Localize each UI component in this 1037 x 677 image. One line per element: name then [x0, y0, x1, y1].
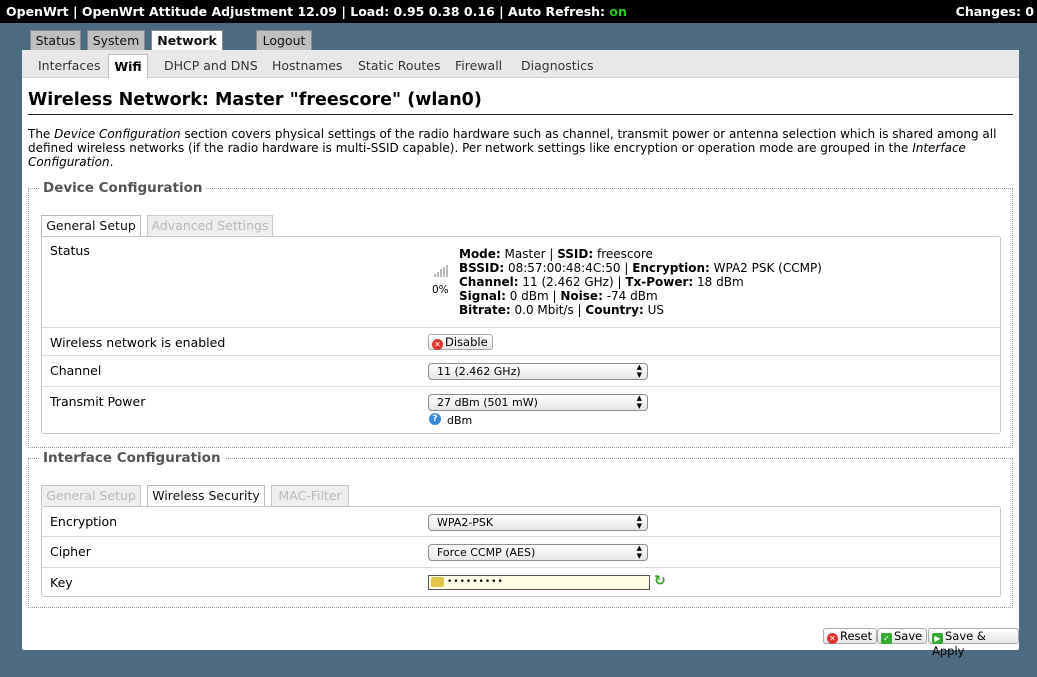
tab-advanced-settings[interactable]: Advanced Settings — [147, 215, 273, 236]
page-description: The Device Configuration section covers … — [28, 127, 1003, 169]
reset-icon: ✕ — [827, 633, 838, 644]
select-arrows-icon: ▲ ▼ — [636, 363, 642, 379]
save-icon: ✓ — [881, 633, 892, 644]
cipher-select[interactable]: Force CCMP (AES) ▲ ▼ — [428, 544, 648, 561]
txpower-row: Transmit Power 27 dBm (501 mW) ▲ ▼ ? dBm — [42, 387, 1000, 435]
section-legend: Interface Configuration — [43, 450, 221, 466]
tab-mac-filter[interactable]: MAC-Filter — [271, 485, 349, 506]
subtab-dhcp-dns[interactable]: DHCP and DNS — [164, 54, 258, 78]
device-configuration-section: Device Configuration General Setup Advan… — [28, 180, 1013, 448]
key-row: Key ••••••••• ↻ — [42, 568, 1000, 598]
subtab-wifi[interactable]: Wifi — [108, 54, 148, 78]
section-legend: Device Configuration — [43, 180, 203, 196]
subtab-interfaces[interactable]: Interfaces — [38, 54, 100, 78]
subtab-diagnostics[interactable]: Diagnostics — [521, 54, 594, 78]
key-input[interactable]: ••••••••• — [428, 575, 650, 590]
txpower-unit: dBm — [447, 414, 473, 427]
encryption-value: WPA2-PSK — [437, 516, 494, 529]
txpower-label: Transmit Power — [50, 394, 146, 409]
reveal-password-icon[interactable]: ↻ — [654, 573, 666, 589]
channel-select[interactable]: 11 (2.462 GHz) ▲ ▼ — [428, 363, 648, 380]
tab-network[interactable]: Network — [151, 30, 223, 52]
signal-percent: 0% — [432, 284, 449, 296]
encryption-row: Encryption WPA2-PSK ▲ ▼ — [42, 507, 1000, 537]
interface-panel: Encryption WPA2-PSK ▲ ▼ Cipher Force CCMP … — [41, 506, 1001, 597]
cipher-row: Cipher Force CCMP (AES) ▲ ▼ — [42, 537, 1000, 568]
tab-general-setup[interactable]: General Setup — [41, 485, 141, 506]
status-bar-text: OpenWrt | OpenWrt Attitude Adjustment 12… — [6, 4, 610, 19]
enabled-label: Wireless network is enabled — [50, 335, 226, 350]
device-panel: Status 0% Mode: Master | SSID: freescore… — [41, 236, 1001, 434]
status-bar: OpenWrt | OpenWrt Attitude Adjustment 12… — [0, 0, 1037, 23]
subtab-static-routes[interactable]: Static Routes — [358, 54, 441, 78]
disable-icon: ✕ — [432, 339, 443, 350]
page-title: Wireless Network: Master "freescore" (wl… — [28, 90, 1013, 115]
signal-icon — [434, 265, 450, 277]
txpower-value: 27 dBm (501 mW) — [437, 396, 538, 409]
desc-emphasis: Device Configuration — [54, 127, 181, 141]
subtab-firewall[interactable]: Firewall — [455, 54, 502, 78]
status-details: Mode: Master | SSID: freescore BSSID: 08… — [459, 247, 822, 317]
enabled-row: Wireless network is enabled ✕ Disable — [42, 328, 1000, 356]
save-apply-icon: ▶ — [932, 633, 943, 644]
tab-general-setup[interactable]: General Setup — [41, 215, 141, 237]
channel-row: Channel 11 (2.462 GHz) ▲ ▼ — [42, 356, 1000, 387]
disable-button[interactable]: ✕ Disable — [428, 334, 493, 350]
encryption-label: Encryption — [50, 514, 118, 529]
reset-label: Reset — [840, 629, 873, 643]
auto-refresh-toggle[interactable]: on — [609, 4, 627, 19]
key-masked-value: ••••••••• — [447, 577, 504, 587]
desc-text: The — [28, 127, 55, 141]
txpower-select[interactable]: 27 dBm (501 mW) ▲ ▼ — [428, 394, 648, 411]
save-apply-button[interactable]: ▶ Save & Apply — [928, 628, 1019, 658]
channel-value: 11 (2.462 GHz) — [437, 365, 521, 378]
interface-configuration-section: Interface Configuration General Setup Wi… — [28, 450, 1013, 608]
content-area: Interfaces Wifi DHCP and DNS Hostnames S… — [22, 50, 1019, 658]
tab-wireless-security[interactable]: Wireless Security — [147, 485, 265, 507]
help-icon[interactable]: ? — [429, 413, 441, 425]
select-arrows-icon: ▲ ▼ — [636, 544, 642, 560]
desc-text: . — [109, 155, 114, 169]
tab-logout[interactable]: Logout — [256, 30, 312, 51]
encryption-select[interactable]: WPA2-PSK ▲ ▼ — [428, 514, 648, 531]
disable-button-label: Disable — [445, 335, 488, 349]
tab-status[interactable]: Status — [30, 30, 81, 51]
tab-system[interactable]: System — [87, 30, 145, 51]
reset-button[interactable]: ✕ Reset — [823, 628, 878, 644]
cipher-label: Cipher — [50, 544, 91, 559]
cipher-value: Force CCMP (AES) — [437, 546, 536, 559]
select-arrows-icon: ▲ ▼ — [636, 514, 642, 530]
save-label: Save — [894, 629, 923, 643]
status-row: Status 0% Mode: Master | SSID: freescore… — [42, 237, 1000, 328]
changes-counter[interactable]: Changes: 0 — [956, 0, 1034, 23]
key-label: Key — [50, 575, 73, 590]
sub-menu: Interfaces Wifi DHCP and DNS Hostnames S… — [22, 50, 1019, 78]
key-icon — [431, 577, 444, 587]
select-arrows-icon: ▲ ▼ — [636, 394, 642, 410]
status-label: Status — [50, 243, 90, 258]
subtab-hostnames[interactable]: Hostnames — [272, 54, 342, 78]
save-button[interactable]: ✓ Save — [877, 628, 928, 644]
channel-label: Channel — [50, 363, 102, 378]
